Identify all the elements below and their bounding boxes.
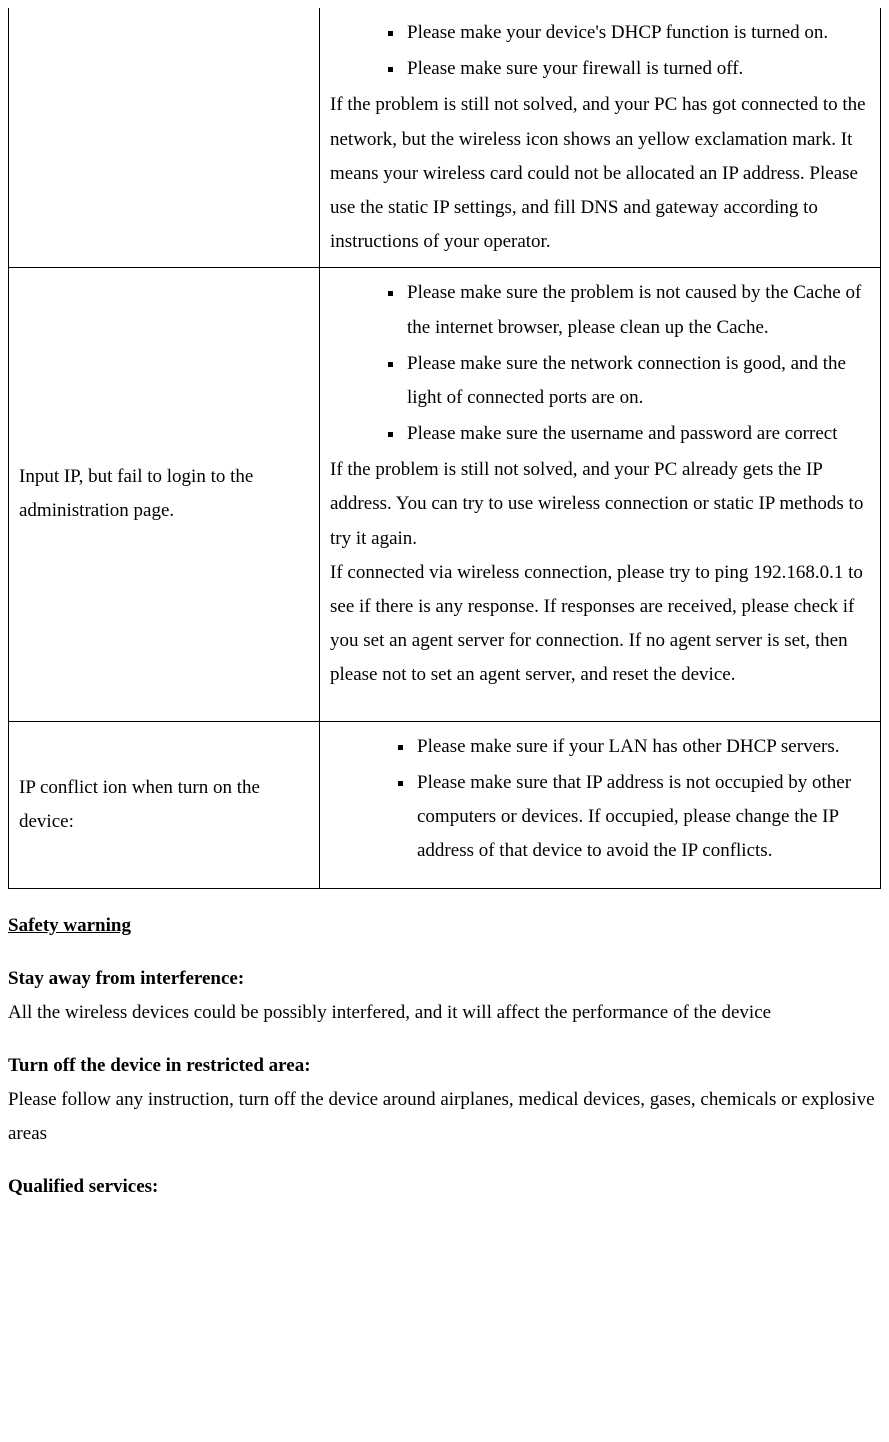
problem-cell xyxy=(9,8,320,268)
list-item: Please make sure if your LAN has other D… xyxy=(415,730,870,764)
list-item: Please make sure the username and passwo… xyxy=(405,417,870,451)
table-row: IP conflict ion when turn on the device:… xyxy=(9,721,881,889)
troubleshooting-table: Please make your device's DHCP function … xyxy=(8,8,881,889)
solution-paragraph: If the problem is still not solved, and … xyxy=(330,88,870,259)
list-item: Please make sure the network connection … xyxy=(405,347,870,415)
solution-cell: Please make sure the problem is not caus… xyxy=(320,268,881,721)
bullet-list: Please make sure the problem is not caus… xyxy=(330,276,870,451)
bullet-list: Please make your device's DHCP function … xyxy=(330,16,870,86)
restricted-area-heading: Turn off the device in restricted area: xyxy=(8,1049,881,1083)
safety-warning-heading: Safety warning xyxy=(8,909,881,943)
solution-cell: Please make your device's DHCP function … xyxy=(320,8,881,268)
restricted-area-text: Please follow any instruction, turn off … xyxy=(8,1083,881,1151)
list-item: Please make sure your firewall is turned… xyxy=(405,52,870,86)
table-row: Input IP, but fail to login to the admin… xyxy=(9,268,881,721)
solution-cell: Please make sure if your LAN has other D… xyxy=(320,721,881,889)
qualified-services-heading: Qualified services: xyxy=(8,1170,881,1204)
solution-paragraph: If connected via wireless connection, pl… xyxy=(330,556,870,693)
problem-cell: Input IP, but fail to login to the admin… xyxy=(9,268,320,721)
bullet-list: Please make sure if your LAN has other D… xyxy=(330,730,870,869)
list-item: Please make sure that IP address is not … xyxy=(415,766,870,869)
table-row: Please make your device's DHCP function … xyxy=(9,8,881,268)
list-item: Please make your device's DHCP function … xyxy=(405,16,870,50)
interference-heading: Stay away from interference: xyxy=(8,962,881,996)
solution-paragraph: If the problem is still not solved, and … xyxy=(330,453,870,556)
problem-cell: IP conflict ion when turn on the device: xyxy=(9,721,320,889)
interference-text: All the wireless devices could be possib… xyxy=(8,996,881,1030)
list-item: Please make sure the problem is not caus… xyxy=(405,276,870,344)
